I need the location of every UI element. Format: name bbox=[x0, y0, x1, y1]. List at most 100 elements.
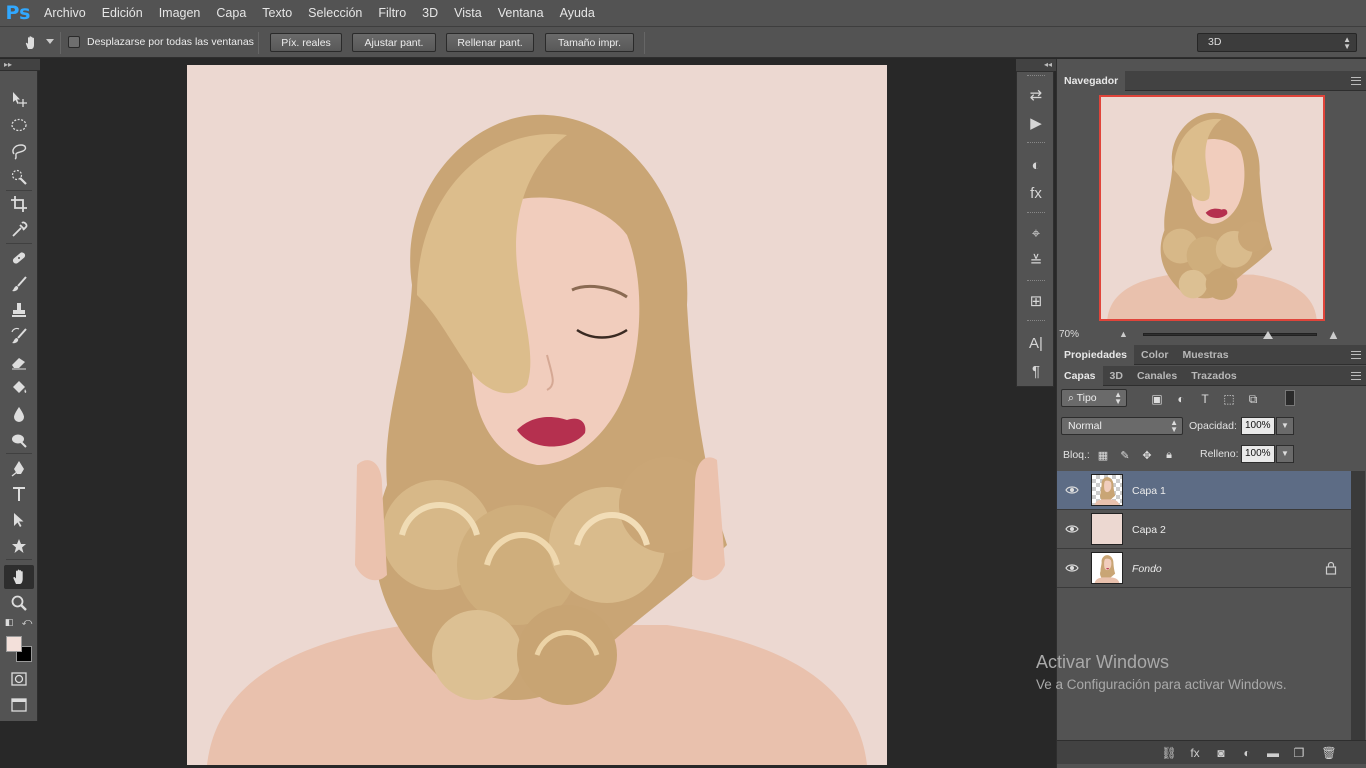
eye-icon[interactable] bbox=[1065, 561, 1079, 575]
healing-brush-icon[interactable] bbox=[4, 246, 34, 270]
dock-grip[interactable] bbox=[1027, 212, 1045, 215]
elliptical-marquee-icon[interactable] bbox=[4, 113, 34, 137]
menu-texto[interactable]: Texto bbox=[254, 0, 300, 26]
shape-icon[interactable] bbox=[4, 534, 34, 558]
tab-navigator[interactable]: Navegador bbox=[1057, 71, 1126, 91]
dock-grip[interactable] bbox=[1027, 280, 1045, 283]
layer-thumbnail[interactable] bbox=[1091, 513, 1123, 545]
menu-ayuda[interactable]: Ayuda bbox=[552, 0, 603, 26]
layer-thumbnail[interactable] bbox=[1091, 552, 1123, 584]
actions-panel-icon[interactable]: ▶ bbox=[1025, 112, 1047, 134]
paragraph-panel-icon[interactable]: ¶ bbox=[1025, 360, 1047, 382]
swap-colors-icon[interactable]: ⤺ bbox=[20, 615, 34, 629]
menu-filtro[interactable]: Filtro bbox=[370, 0, 414, 26]
menu-capa[interactable]: Capa bbox=[208, 0, 254, 26]
fit-screen-button[interactable]: Ajustar pant. bbox=[352, 33, 436, 52]
fill-dropdown-icon[interactable]: ▼ bbox=[1276, 445, 1294, 463]
layer-row-capa-1[interactable]: Capa 1 bbox=[1057, 471, 1351, 510]
styles-panel-icon[interactable]: fx bbox=[1025, 182, 1047, 204]
brush-panel-icon[interactable]: ≚ bbox=[1025, 250, 1047, 272]
filter-smart-object-icon[interactable]: ⧉ bbox=[1244, 391, 1262, 407]
filter-toggle-switch[interactable] bbox=[1285, 390, 1295, 406]
eyedropper-icon[interactable] bbox=[4, 218, 34, 242]
eraser-icon[interactable] bbox=[4, 350, 34, 374]
layer-name[interactable]: Capa 1 bbox=[1132, 485, 1166, 497]
menu-ventana[interactable]: Ventana bbox=[490, 0, 552, 26]
zoom-in-icon[interactable]: ▲ bbox=[1327, 327, 1340, 342]
tab-color[interactable]: Color bbox=[1134, 345, 1175, 365]
blend-mode-select[interactable]: Normal ▲ ▼ bbox=[1061, 417, 1183, 435]
add-mask-icon[interactable]: ◙ bbox=[1213, 745, 1229, 761]
lock-image-pixels-icon[interactable]: ✎ bbox=[1117, 447, 1133, 463]
history-panel-icon[interactable]: ⇄ bbox=[1025, 84, 1047, 106]
default-colors-icon[interactable]: ◧ bbox=[2, 615, 16, 629]
dock-grip[interactable] bbox=[1027, 142, 1045, 145]
foreground-color-swatch[interactable] bbox=[6, 636, 22, 652]
navigator-zoom-value[interactable]: 70% bbox=[1059, 329, 1079, 340]
navigator-zoom-slider[interactable] bbox=[1143, 333, 1317, 336]
tab-3d[interactable]: 3D bbox=[1103, 366, 1130, 386]
clone-stamp-icon[interactable] bbox=[4, 298, 34, 322]
menu-3d[interactable]: 3D bbox=[414, 0, 446, 26]
workspace-select[interactable]: 3D ▲ ▼ bbox=[1197, 33, 1357, 52]
menu-imagen[interactable]: Imagen bbox=[151, 0, 209, 26]
dock-grip[interactable] bbox=[1027, 75, 1045, 78]
zoom-icon[interactable] bbox=[4, 591, 34, 615]
opacity-field[interactable]: 100% bbox=[1241, 417, 1275, 435]
dock-grip[interactable] bbox=[1027, 320, 1045, 323]
new-layer-icon[interactable]: ❐ bbox=[1291, 745, 1307, 761]
panel-menu-icon[interactable] bbox=[1351, 372, 1361, 380]
tab-properties[interactable]: Propiedades bbox=[1057, 345, 1135, 365]
filter-adjustment-icon[interactable]: ◐ bbox=[1172, 391, 1190, 407]
document-canvas[interactable] bbox=[187, 65, 887, 765]
crop-icon[interactable] bbox=[4, 192, 34, 216]
move-tool-icon[interactable] bbox=[4, 87, 34, 111]
panel-menu-icon[interactable] bbox=[1351, 77, 1361, 85]
print-size-button[interactable]: Tamaño impr. bbox=[545, 33, 634, 52]
layer-name[interactable]: Fondo bbox=[1132, 563, 1162, 575]
link-layers-icon[interactable]: ⛓ bbox=[1161, 745, 1177, 761]
menu-vista[interactable]: Vista bbox=[446, 0, 490, 26]
toolbar-collapse-handle[interactable]: ▸▸ bbox=[0, 59, 40, 71]
lock-transparent-pixels-icon[interactable]: ▦ bbox=[1095, 447, 1111, 463]
zoom-out-icon[interactable]: ▲ bbox=[1119, 329, 1128, 339]
trash-icon[interactable]: 🗑︎ bbox=[1321, 745, 1337, 761]
panel-menu-icon[interactable] bbox=[1351, 351, 1361, 359]
history-brush-icon[interactable] bbox=[4, 324, 34, 348]
layer-row-fondo[interactable]: Fondo bbox=[1057, 549, 1351, 588]
type-icon[interactable] bbox=[4, 482, 34, 506]
brush-icon[interactable] bbox=[4, 272, 34, 296]
clone-source-panel-icon[interactable]: ⊞ bbox=[1025, 290, 1047, 312]
layer-row-capa-2[interactable]: Capa 2 bbox=[1057, 510, 1351, 549]
navigator-preview[interactable] bbox=[1099, 95, 1325, 321]
lock-position-icon[interactable]: ✥ bbox=[1139, 447, 1155, 463]
filter-shape-icon[interactable]: ⬚ bbox=[1220, 391, 1238, 407]
filter-pixel-icon[interactable]: ▣ bbox=[1148, 391, 1166, 407]
layer-style-fx-icon[interactable]: fx bbox=[1187, 745, 1203, 761]
tab-layers[interactable]: Capas bbox=[1057, 366, 1103, 386]
filter-type-icon[interactable]: T bbox=[1196, 391, 1214, 407]
menu-edicion[interactable]: Edición bbox=[94, 0, 151, 26]
lock-all-icon[interactable]: 🔒︎ bbox=[1161, 447, 1177, 463]
fill-field[interactable]: 100% bbox=[1241, 445, 1275, 463]
new-adjustment-layer-icon[interactable]: ◐ bbox=[1239, 745, 1255, 761]
screen-mode-icon[interactable] bbox=[4, 693, 34, 717]
layer-name[interactable]: Capa 2 bbox=[1132, 524, 1166, 536]
layer-thumbnail[interactable] bbox=[1091, 474, 1123, 506]
actual-pixels-button[interactable]: Píx. reales bbox=[270, 33, 342, 52]
brush-presets-panel-icon[interactable]: ⌖ bbox=[1025, 222, 1047, 244]
path-selection-icon[interactable] bbox=[4, 508, 34, 532]
dodge-icon[interactable] bbox=[4, 428, 34, 452]
layers-scrollbar[interactable] bbox=[1351, 471, 1365, 741]
character-panel-icon[interactable]: A| bbox=[1025, 332, 1047, 354]
scroll-all-windows-checkbox[interactable] bbox=[68, 36, 80, 48]
opacity-dropdown-icon[interactable]: ▼ bbox=[1276, 417, 1294, 435]
adjustments-panel-icon[interactable]: ◐ bbox=[1025, 154, 1047, 176]
tab-channels[interactable]: Canales bbox=[1130, 366, 1184, 386]
navigator-zoom-slider-thumb[interactable] bbox=[1263, 331, 1274, 339]
layer-filter-select[interactable]: ⌕ Tipo ▲ ▼ bbox=[1061, 389, 1127, 407]
quick-mask-icon[interactable] bbox=[4, 667, 34, 691]
pen-icon[interactable] bbox=[4, 456, 34, 480]
new-group-icon[interactable]: ▬ bbox=[1265, 745, 1281, 761]
tab-paths[interactable]: Trazados bbox=[1184, 366, 1244, 386]
